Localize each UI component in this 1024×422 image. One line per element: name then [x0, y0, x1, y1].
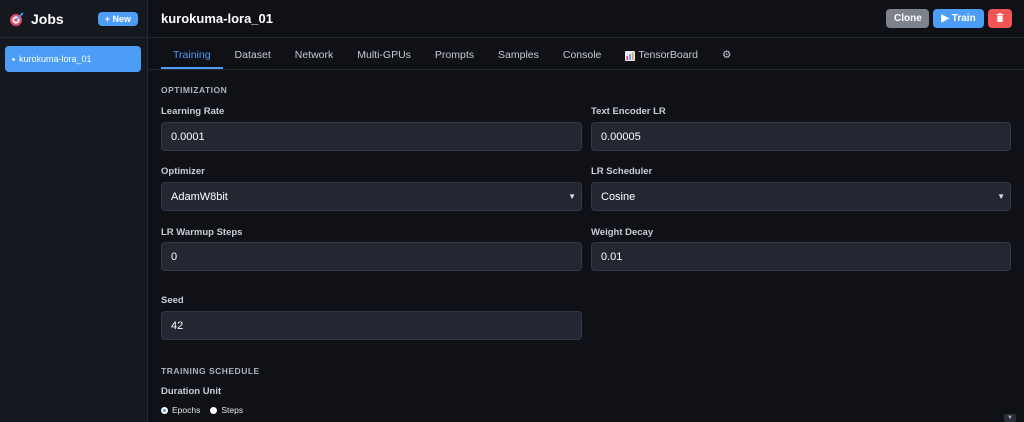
new-job-button[interactable]: + New: [97, 11, 138, 26]
tab-network[interactable]: Network: [283, 37, 346, 69]
main-panel: kurokuma-lora_01 Clone ▶ Train Training …: [149, 0, 1024, 422]
learning-rate-label: Learning Rate: [161, 106, 225, 117]
sidebar-title: Jobs: [31, 10, 64, 27]
job-item[interactable]: kurokuma-lora_01: [5, 46, 141, 72]
page-title: kurokuma-lora_01: [161, 11, 273, 26]
sidebar: Jobs + New kurokuma-lora_01: [0, 0, 148, 422]
tab-console[interactable]: Console: [551, 37, 614, 69]
gear-icon: ⚙: [721, 49, 732, 61]
lr-scheduler-label: LR Scheduler: [591, 166, 653, 177]
tab-settings[interactable]: ⚙: [710, 37, 743, 69]
seed-label: Seed: [161, 295, 184, 306]
seed-input[interactable]: 42: [161, 311, 582, 340]
section-title-optimization: OPTIMIZATION: [161, 85, 228, 95]
trash-icon: [996, 12, 1004, 22]
clone-button[interactable]: Clone: [886, 9, 929, 28]
sidebar-header: Jobs + New: [0, 0, 147, 38]
tab-tensorboard[interactable]: TensorBoard: [613, 37, 710, 69]
tab-samples[interactable]: Samples: [486, 37, 551, 69]
radio-epochs[interactable]: [161, 406, 168, 414]
text-encoder-lr-input[interactable]: 0.00005: [591, 122, 1011, 151]
lr-warmup-steps-label: LR Warmup Steps: [161, 227, 243, 238]
job-status-dot: [12, 57, 15, 61]
duration-unit-label: Duration Unit: [161, 386, 222, 397]
weight-decay-input[interactable]: 0.01: [591, 242, 1011, 271]
tab-training[interactable]: Training: [161, 37, 223, 69]
train-button[interactable]: ▶ Train: [933, 9, 984, 28]
topbar: kurokuma-lora_01 Clone ▶ Train: [149, 0, 1024, 38]
job-item-label: kurokuma-lora_01: [19, 54, 92, 64]
radio-epochs-label: Epochs: [172, 405, 201, 415]
lr-warmup-steps-input[interactable]: 0: [161, 242, 582, 271]
tab-multi-gpus[interactable]: Multi-GPUs: [345, 37, 423, 69]
bar-chart-icon: [625, 51, 636, 61]
radio-steps-label: Steps: [221, 405, 244, 415]
target-icon: [10, 11, 24, 26]
tab-bar: Training Dataset Network Multi-GPUs Prom…: [149, 38, 1024, 70]
scroll-down-button[interactable]: ▼: [1004, 414, 1016, 422]
learning-rate-input[interactable]: 0.0001: [161, 122, 582, 151]
tab-dataset[interactable]: Dataset: [223, 37, 283, 69]
delete-button[interactable]: [988, 9, 1012, 28]
tab-prompts[interactable]: Prompts: [423, 37, 486, 69]
action-buttons: Clone ▶ Train: [886, 9, 1012, 28]
optimizer-label: Optimizer: [161, 166, 205, 177]
lr-scheduler-select[interactable]: Cosine ▼: [591, 182, 1011, 211]
section-title-training-schedule: TRAINING SCHEDULE: [161, 366, 260, 376]
weight-decay-label: Weight Decay: [591, 227, 654, 238]
text-encoder-lr-label: Text Encoder LR: [591, 106, 666, 117]
optimizer-select[interactable]: AdamW8bit ▼: [161, 182, 582, 211]
chevron-down-icon: ▼: [568, 192, 576, 201]
radio-steps[interactable]: [210, 406, 218, 414]
duration-unit-radio-group: Epochs Steps: [161, 405, 243, 415]
chevron-down-icon: ▼: [997, 192, 1005, 201]
